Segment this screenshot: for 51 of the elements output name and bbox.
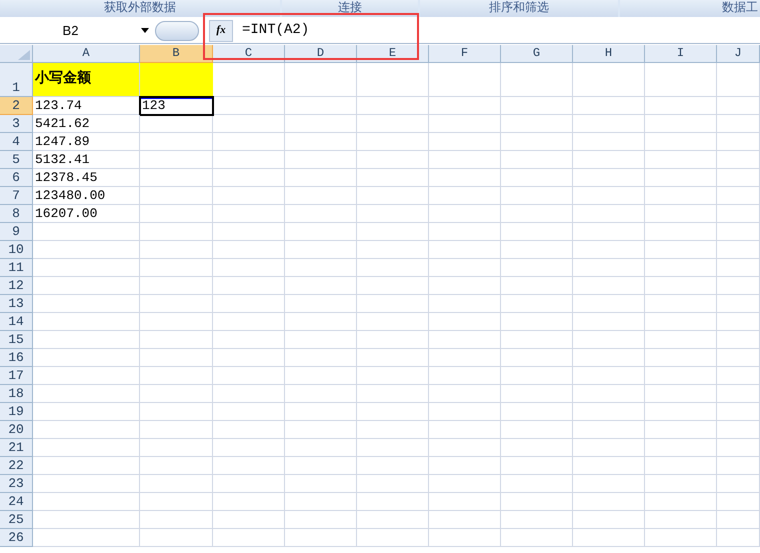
row-header[interactable]: 8 <box>0 205 33 223</box>
column-header[interactable]: A <box>33 45 140 63</box>
row-header[interactable]: 23 <box>0 475 33 493</box>
row-header[interactable]: 5 <box>0 151 33 169</box>
row-header[interactable]: 24 <box>0 493 33 511</box>
row-header[interactable]: 17 <box>0 367 33 385</box>
ribbon-group-label: 获取外部数据 <box>0 0 280 17</box>
ribbon-group-label: 排序和筛选 <box>420 0 618 17</box>
row-header[interactable]: 14 <box>0 313 33 331</box>
column-header[interactable]: B <box>140 45 213 63</box>
row-header[interactable]: 15 <box>0 331 33 349</box>
row-header[interactable]: 3 <box>0 115 33 133</box>
row-header[interactable]: 18 <box>0 385 33 403</box>
row-header[interactable]: 22 <box>0 457 33 475</box>
row-header[interactable]: 9 <box>0 223 33 241</box>
highlighted-cell[interactable] <box>140 63 213 97</box>
row-header[interactable]: 13 <box>0 295 33 313</box>
column-header[interactable]: H <box>573 45 645 63</box>
cell[interactable]: 5132.41 <box>33 151 140 169</box>
cell[interactable]: 123 <box>140 97 213 115</box>
cell[interactable]: 12378.45 <box>33 169 140 187</box>
row-header[interactable]: 11 <box>0 259 33 277</box>
cell[interactable]: 小写金额 <box>33 63 140 97</box>
row-header[interactable]: 19 <box>0 403 33 421</box>
row-header[interactable]: 20 <box>0 421 33 439</box>
ribbon-group-label: 数据工 <box>620 0 760 17</box>
cell[interactable]: 16207.00 <box>33 205 140 223</box>
column-header[interactable]: J <box>717 45 760 63</box>
row-header[interactable]: 4 <box>0 133 33 151</box>
dropdown-icon[interactable] <box>141 28 149 33</box>
row-header[interactable]: 26 <box>0 529 33 547</box>
row-header[interactable]: 25 <box>0 511 33 529</box>
column-header[interactable]: G <box>501 45 573 63</box>
row-header[interactable]: 12 <box>0 277 33 295</box>
cell[interactable]: 1247.89 <box>33 133 140 151</box>
column-header[interactable]: F <box>429 45 501 63</box>
row-header[interactable]: 16 <box>0 349 33 367</box>
formula-input[interactable]: =INT(A2) <box>242 20 310 41</box>
row-header[interactable]: 7 <box>0 187 33 205</box>
insert-function-button[interactable]: fx <box>209 20 233 42</box>
cell[interactable]: 123.74 <box>33 97 140 115</box>
cell[interactable]: 123480.00 <box>33 187 140 205</box>
row-header[interactable]: 21 <box>0 439 33 457</box>
cell[interactable]: 5421.62 <box>33 115 140 133</box>
resize-handle[interactable] <box>155 20 199 40</box>
name-box[interactable]: B2 <box>0 20 141 40</box>
row-header[interactable]: 1 <box>0 63 33 97</box>
row-header[interactable]: 6 <box>0 169 33 187</box>
row-header[interactable]: 10 <box>0 241 33 259</box>
row-header[interactable]: 2 <box>0 97 33 115</box>
column-header[interactable]: I <box>645 45 717 63</box>
